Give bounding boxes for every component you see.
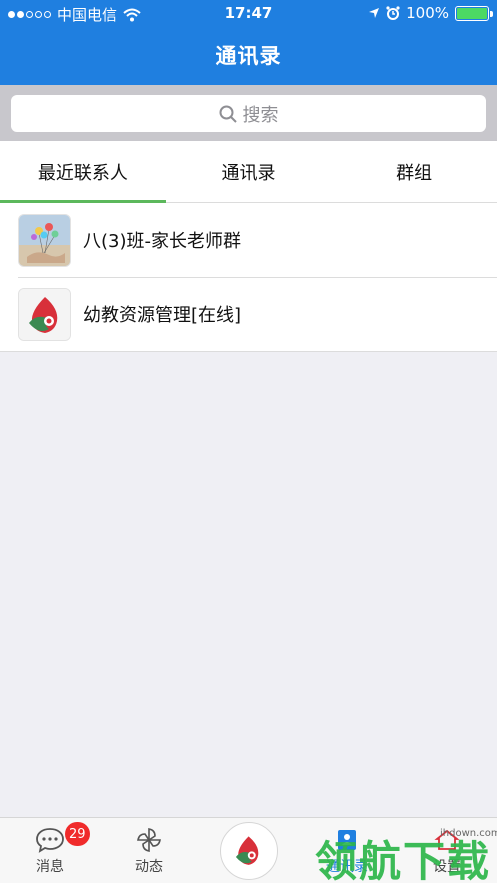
center-app-button[interactable] [220, 822, 278, 880]
tabbar-label: 动态 [135, 859, 163, 875]
tab-address-book[interactable]: 通讯录 [166, 141, 332, 202]
search-input[interactable]: 搜索 [11, 95, 486, 132]
contact-name: 八(3)班-家长老师群 [83, 231, 241, 252]
tabbar-label: 消息 [36, 859, 64, 875]
search-placeholder: 搜索 [242, 104, 279, 126]
unread-badge: 29 [65, 822, 90, 846]
app-header: 中国电信 17:47 100% 通讯录 [0, 0, 497, 85]
contact-tabs: 最近联系人 通讯录 群组 [0, 141, 497, 203]
search-icon [219, 105, 237, 123]
pinwheel-icon [133, 826, 165, 854]
status-right: 100% [368, 4, 493, 22]
location-arrow-icon [369, 8, 380, 18]
tabbar-item-updates[interactable]: 动态 [104, 818, 194, 883]
tab-groups[interactable]: 群组 [331, 141, 497, 202]
list-item[interactable]: 八(3)班-家长老师群 [0, 203, 497, 277]
battery-icon [455, 5, 493, 21]
page-title: 通讯录 [215, 44, 282, 68]
balloons-photo-avatar [18, 213, 71, 267]
tab-label: 最近联系人 [37, 162, 128, 184]
status-bar: 中国电信 17:47 100% [0, 0, 497, 28]
contact-name: 幼教资源管理[在线] [83, 305, 242, 326]
contact-list: 八(3)班-家长老师群 幼教资源管理[在线] [0, 203, 497, 352]
tab-label: 群组 [396, 162, 433, 184]
tab-recent-contacts[interactable]: 最近联系人 [0, 141, 166, 203]
search-bar: 搜索 [0, 85, 497, 141]
alarm-icon [386, 6, 400, 20]
app-logo-icon [235, 836, 259, 865]
watermark-logo: 领航下载 [314, 837, 491, 883]
tabbar-item-messages[interactable]: 消息 29 [5, 818, 95, 883]
chat-bubble-icon [34, 826, 66, 854]
battery-percent: 100% [406, 4, 449, 22]
tab-label: 通讯录 [221, 162, 276, 184]
app-logo-avatar [18, 287, 71, 341]
list-item[interactable]: 幼教资源管理[在线] [0, 277, 497, 351]
